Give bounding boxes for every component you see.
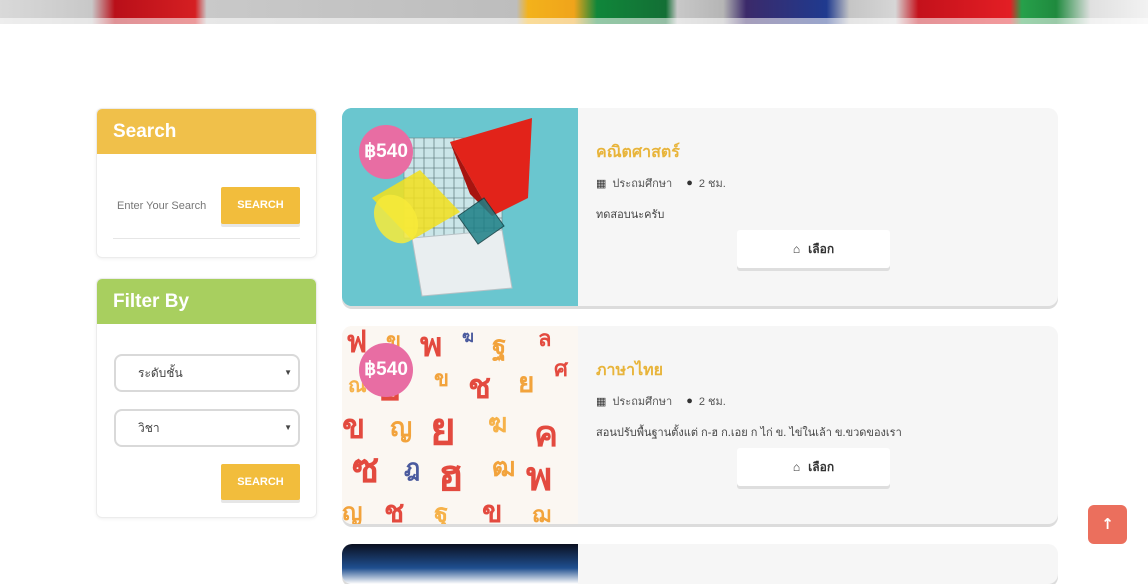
course-title[interactable]: ภาษาไทย <box>596 358 663 383</box>
svg-text:ฐ: ฐ <box>492 331 506 363</box>
select-course-button[interactable]: ⌂ เลือก <box>737 230 890 268</box>
course-card <box>342 544 1058 584</box>
svg-text:ย: ย <box>518 366 534 399</box>
filter-search-button[interactable]: SEARCH <box>221 464 300 500</box>
course-duration: 2 ชม. <box>698 178 726 190</box>
back-to-top-button[interactable]: ↑ <box>1088 505 1127 544</box>
search-button[interactable]: SEARCH <box>221 187 300 224</box>
price-badge: ฿540 <box>359 343 413 397</box>
svg-text:ค: ค <box>534 414 558 455</box>
subject-select[interactable]: วิชา ▼ <box>114 409 300 447</box>
clock-icon: ● <box>686 395 693 407</box>
course-level: ประถมศึกษา <box>612 178 673 190</box>
svg-text:ศ: ศ <box>554 357 569 382</box>
course-meta: ▦ ประถมศึกษา ● 2 ชม. <box>596 392 726 410</box>
svg-text:ฌ: ฌ <box>532 503 551 524</box>
svg-text:ย: ย <box>430 404 456 455</box>
clock-icon: ● <box>686 177 693 189</box>
select-course-label: เลือก <box>808 460 835 474</box>
svg-text:ฎ: ฎ <box>404 454 420 482</box>
select-course-button[interactable]: ⌂ เลือก <box>737 448 890 486</box>
course-image: ฟ ข พ ฆ ฐ ล ณ ย ข ช ย ศ ข ญ ย ฆ ค ซ ฎ ฮ <box>342 326 578 524</box>
basket-icon: ⌂ <box>792 460 801 474</box>
level-select-value: ระดับชั้น <box>138 366 183 380</box>
search-divider <box>113 238 300 239</box>
hero-banner-strip <box>0 0 1148 24</box>
svg-text:ซ: ซ <box>352 446 379 492</box>
course-title[interactable]: คณิตศาสตร์ <box>596 140 680 165</box>
svg-text:ฮ: ฮ <box>438 451 464 500</box>
svg-text:ล: ล <box>538 327 551 352</box>
svg-text:ข: ข <box>434 367 449 392</box>
calendar-icon: ▦ <box>596 395 607 408</box>
svg-text:ฐ: ฐ <box>434 499 448 524</box>
calendar-icon: ▦ <box>596 177 607 190</box>
course-image <box>342 544 578 584</box>
search-input[interactable] <box>113 187 217 225</box>
course-description: สอนปรับพื้นฐานตั้งแต่ ก-ฮ ก.เอย ก ไก่ ข.… <box>596 427 902 439</box>
svg-text:ข: ข <box>342 407 365 447</box>
chevron-down-icon: ▼ <box>284 368 292 377</box>
svg-text:ฆ: ฆ <box>488 409 507 439</box>
course-meta: ▦ ประถมศึกษา ● 2 ชม. <box>596 174 726 192</box>
svg-text:ฒ: ฒ <box>492 453 516 483</box>
price-badge: ฿540 <box>359 125 413 179</box>
course-image: ฿540 <box>342 108 578 306</box>
course-duration: 2 ชม. <box>698 396 726 408</box>
svg-text:ช: ช <box>384 495 404 524</box>
course-description: ทดสอบนะครับ <box>596 209 665 221</box>
filter-panel: Filter By ระดับชั้น ▼ วิชา ▼ SEARCH <box>96 278 317 518</box>
course-card-body: คณิตศาสตร์ ▦ ประถมศึกษา ● 2 ชม. ทดสอบนะค… <box>596 108 1058 306</box>
basket-icon: ⌂ <box>792 242 801 256</box>
select-course-label: เลือก <box>808 242 835 256</box>
subject-select-value: วิชา <box>138 421 160 435</box>
search-panel: Search SEARCH <box>96 108 317 258</box>
course-card: ฟ ข พ ฆ ฐ ล ณ ย ข ช ย ศ ข ญ ย ฆ ค ซ ฎ ฮ <box>342 326 1058 524</box>
filter-panel-title: Filter By <box>97 279 316 324</box>
arrow-up-icon: ↑ <box>1101 515 1114 533</box>
svg-text:ญ: ญ <box>342 498 362 524</box>
svg-text:ฆ: ฆ <box>462 327 474 346</box>
search-panel-title: Search <box>97 109 316 154</box>
svg-text:ช: ช <box>468 367 491 407</box>
svg-text:พ: พ <box>526 454 552 500</box>
level-select[interactable]: ระดับชั้น ▼ <box>114 354 300 392</box>
svg-text:ญ: ญ <box>390 413 412 443</box>
course-card-body: ภาษาไทย ▦ ประถมศึกษา ● 2 ชม. สอนปรับพื้น… <box>596 326 1058 524</box>
chevron-down-icon: ▼ <box>284 423 292 432</box>
svg-text:ข: ข <box>482 495 503 524</box>
search-row: SEARCH <box>113 187 300 225</box>
svg-text:พ: พ <box>420 326 442 365</box>
course-level: ประถมศึกษา <box>612 396 673 408</box>
course-card: ฿540 คณิตศาสตร์ ▦ ประถมศึกษา ● 2 ชม. ทดส… <box>342 108 1058 306</box>
